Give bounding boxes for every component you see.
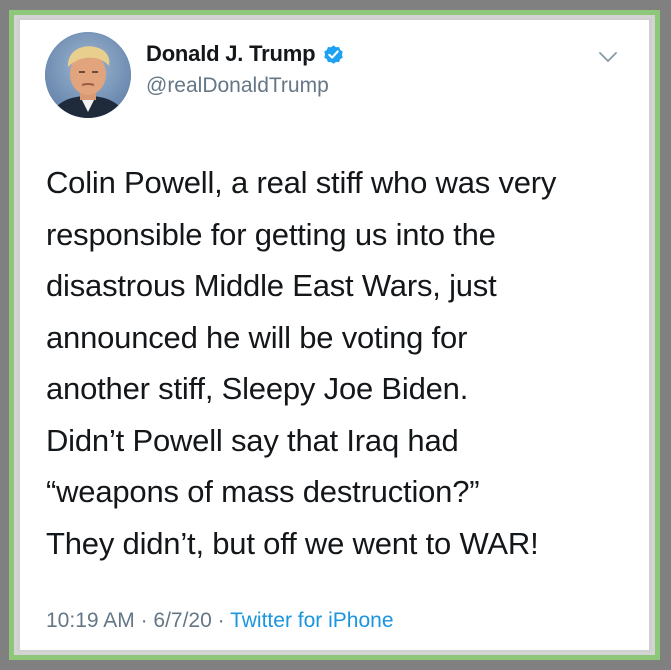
tweet-text: Colin Powell, a real stiff who was very … — [46, 157, 636, 569]
meta-separator: · — [211, 609, 231, 632]
tweet-text-line: another stiff, Sleepy Joe Biden. — [46, 371, 469, 406]
tweet-text-line: disastrous Middle East Wars, just — [46, 268, 497, 303]
tweet-card: Donald J. Trump @realDonaldTrump Colin P… — [20, 20, 649, 650]
tweet-time[interactable]: 10:19 AM — [46, 609, 135, 632]
author-name-row[interactable]: Donald J. Trump — [146, 41, 345, 67]
chevron-down-icon[interactable] — [598, 50, 618, 64]
tweet-date[interactable]: 6/7/20 — [153, 609, 211, 632]
profile-photo-icon — [45, 32, 131, 118]
tweet-text-line: They didn’t, but off we went to WAR! — [46, 525, 539, 561]
tweet-text-line: Colin Powell, a real stiff who was very — [46, 165, 557, 200]
author-handle[interactable]: @realDonaldTrump — [146, 74, 329, 98]
author-display-name[interactable]: Donald J. Trump — [146, 41, 316, 67]
avatar[interactable] — [45, 32, 131, 118]
tweet-text-line: announced he will be voting for — [46, 319, 468, 355]
tweet-source-link[interactable]: Twitter for iPhone — [230, 609, 393, 632]
tweet-metadata: 10:19 AM · 6/7/20 · Twitter for iPhone — [46, 609, 394, 633]
meta-separator: · — [134, 609, 154, 632]
tweet-text-line: responsible for getting us into the — [46, 216, 496, 252]
tweet-text-line: “weapons of mass destruction?” — [46, 474, 480, 509]
verified-badge-icon — [324, 44, 344, 64]
tweet-text-line: Didn’t Powell say that Iraq had — [46, 422, 459, 458]
